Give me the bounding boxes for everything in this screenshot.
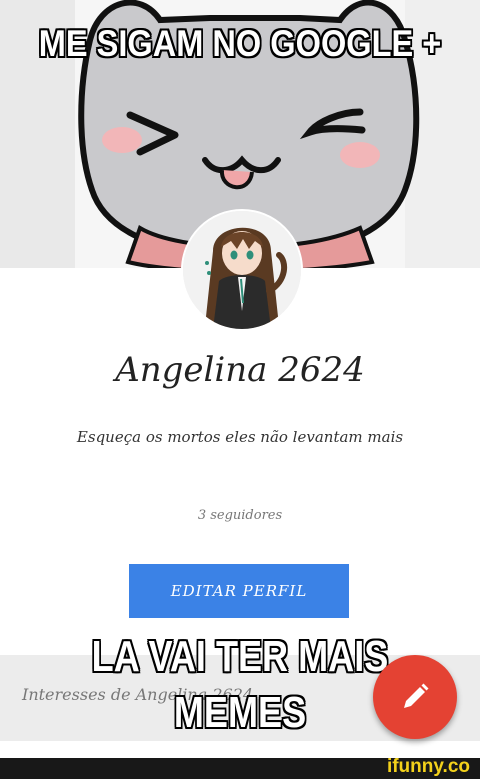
profile-screen: ME SIGAM NO GOOGLE + Angelina 2624 Esque… [0,0,480,779]
profile-name: Angelina 2624 [115,350,365,390]
pencil-icon [404,683,429,708]
anime-girl-avatar-image [183,211,301,329]
edit-fab-button[interactable] [373,655,457,739]
top-meme-caption: ME SIGAM NO GOOGLE + [38,23,442,64]
bottom-meme-caption-line1: LA VAI TER MAIS [91,632,389,681]
profile-bio: Esqueça os mortos eles não levantam mais [76,428,404,446]
ifunny-watermark: ifunny.co [386,756,470,777]
followers-count[interactable]: 3 seguidores [0,508,480,523]
avatar[interactable] [181,209,303,331]
edit-profile-button[interactable]: EDITAR PERFIL [129,564,349,618]
